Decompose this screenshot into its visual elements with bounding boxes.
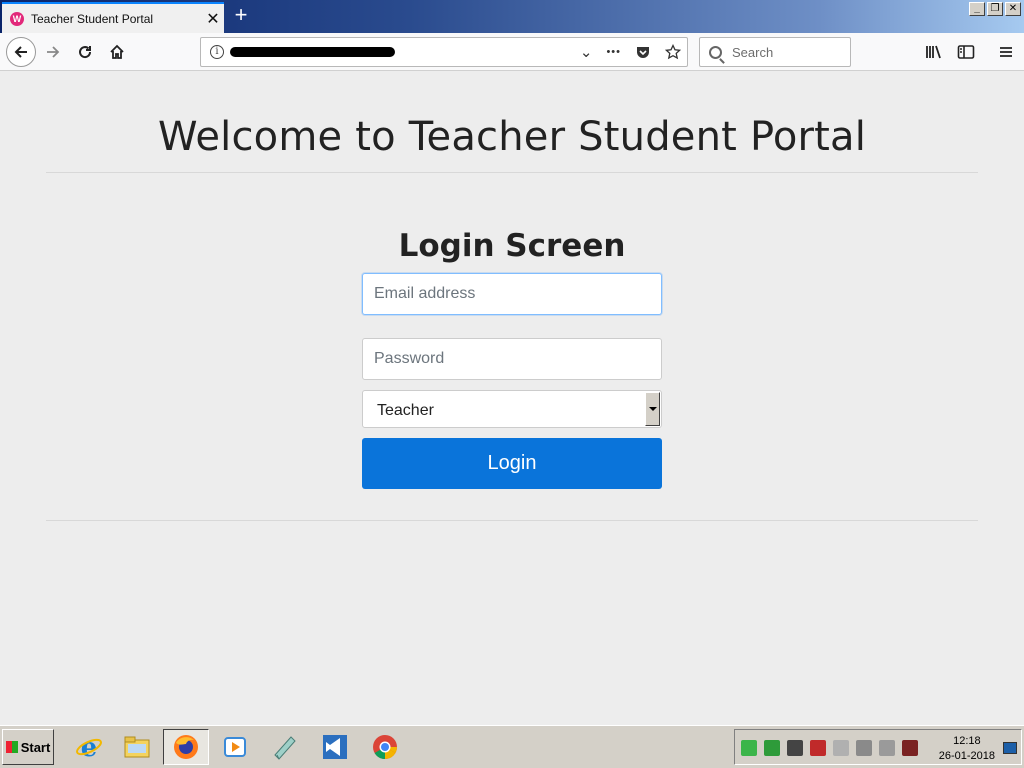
notepad-icon <box>274 736 296 760</box>
windows-logo-icon <box>5 741 18 753</box>
vscode-icon <box>323 735 347 759</box>
security-tray-icon[interactable] <box>810 740 826 756</box>
sidebar-button[interactable] <box>952 37 980 67</box>
new-tab-button[interactable]: + <box>230 4 252 28</box>
library-button[interactable] <box>920 37 948 67</box>
wamp-tray-icon[interactable] <box>764 740 780 756</box>
navigation-toolbar: i redacted ⌄ ••• Search <box>0 33 1024 71</box>
bookmark-star-icon[interactable] <box>665 44 681 60</box>
sync-tray-icon[interactable] <box>741 740 757 756</box>
page-content: Welcome to Teacher Student Portal Login … <box>0 72 1024 725</box>
divider-bottom <box>46 520 978 521</box>
firefox-button[interactable] <box>163 729 209 765</box>
folder-icon <box>124 736 150 758</box>
library-icon <box>926 45 941 59</box>
pocket-icon[interactable] <box>635 44 651 60</box>
chrome-button[interactable] <box>362 729 408 765</box>
start-label: Start <box>20 739 51 755</box>
notepad-button[interactable] <box>262 729 308 765</box>
clock[interactable]: 12:18 26-01-2018 <box>939 734 995 764</box>
site-info-icon[interactable]: i <box>210 45 224 59</box>
internet-explorer-icon: e <box>76 733 102 761</box>
restore-button[interactable]: ❐ <box>987 2 1003 16</box>
taskbar: Start e 12:18 26-01-2018 <box>0 725 1024 768</box>
search-box[interactable]: Search <box>699 37 851 67</box>
svg-text:e: e <box>81 733 98 761</box>
search-icon <box>709 45 722 59</box>
url-dropdown-icon[interactable]: ⌄ <box>580 43 593 61</box>
url-text-redacted: redacted <box>230 47 395 57</box>
hamburger-menu-icon <box>1000 47 1012 57</box>
window-controls: _ ❐ ✕ <box>969 2 1021 16</box>
sidebar-icon <box>957 45 975 59</box>
start-button[interactable]: Start <box>2 729 54 765</box>
system-tray: 12:18 26-01-2018 <box>734 729 1022 765</box>
login-button[interactable]: Login <box>362 438 662 489</box>
clock-date: 26-01-2018 <box>938 750 995 762</box>
role-select-value: Teacher <box>377 402 434 419</box>
dropdown-arrow-icon[interactable] <box>645 392 660 426</box>
email-field[interactable] <box>362 273 662 315</box>
media-player-icon <box>224 737 246 757</box>
role-select[interactable]: Teacher <box>362 390 662 428</box>
shield-icon[interactable] <box>902 740 918 756</box>
close-tab-icon[interactable]: ✕ <box>202 9 224 29</box>
clock-time: 12:18 <box>953 735 981 747</box>
vscode-button[interactable] <box>312 729 358 765</box>
volume-icon[interactable] <box>879 740 895 756</box>
forward-arrow-icon <box>47 46 60 58</box>
tab-title: Teacher Student Portal <box>31 11 154 26</box>
internet-explorer-button[interactable]: e <box>66 729 112 765</box>
home-icon <box>110 44 124 59</box>
address-bar[interactable]: i redacted ⌄ ••• <box>200 37 688 67</box>
chrome-icon <box>373 735 397 759</box>
network-tray-icon[interactable] <box>787 740 803 756</box>
site-favicon-icon: W <box>10 11 24 26</box>
title-bar: W Teacher Student Portal ✕ + _ ❐ ✕ <box>0 0 1024 33</box>
home-button[interactable] <box>102 37 132 67</box>
alert-tray-icon[interactable] <box>833 740 849 756</box>
close-window-button[interactable]: ✕ <box>1005 2 1021 16</box>
browser-tab[interactable]: W Teacher Student Portal ✕ <box>2 2 224 33</box>
minimize-button[interactable]: _ <box>969 2 985 16</box>
search-placeholder: Search <box>732 44 774 60</box>
divider-top <box>46 172 978 173</box>
media-player-button[interactable] <box>212 729 258 765</box>
back-button[interactable] <box>6 37 36 67</box>
reload-icon <box>79 46 92 59</box>
display-tray-icon[interactable] <box>856 740 872 756</box>
menu-button[interactable] <box>992 37 1020 67</box>
password-field[interactable] <box>362 338 662 380</box>
firefox-icon <box>174 735 198 759</box>
show-desktop-icon[interactable] <box>1003 742 1017 754</box>
forward-button[interactable] <box>38 37 68 67</box>
file-explorer-button[interactable] <box>114 729 160 765</box>
back-arrow-icon <box>14 46 27 58</box>
page-title: Welcome to Teacher Student Portal <box>157 114 867 160</box>
reload-button[interactable] <box>70 37 100 67</box>
login-title: Login Screen <box>398 228 626 264</box>
page-actions-icon[interactable]: ••• <box>606 46 621 58</box>
